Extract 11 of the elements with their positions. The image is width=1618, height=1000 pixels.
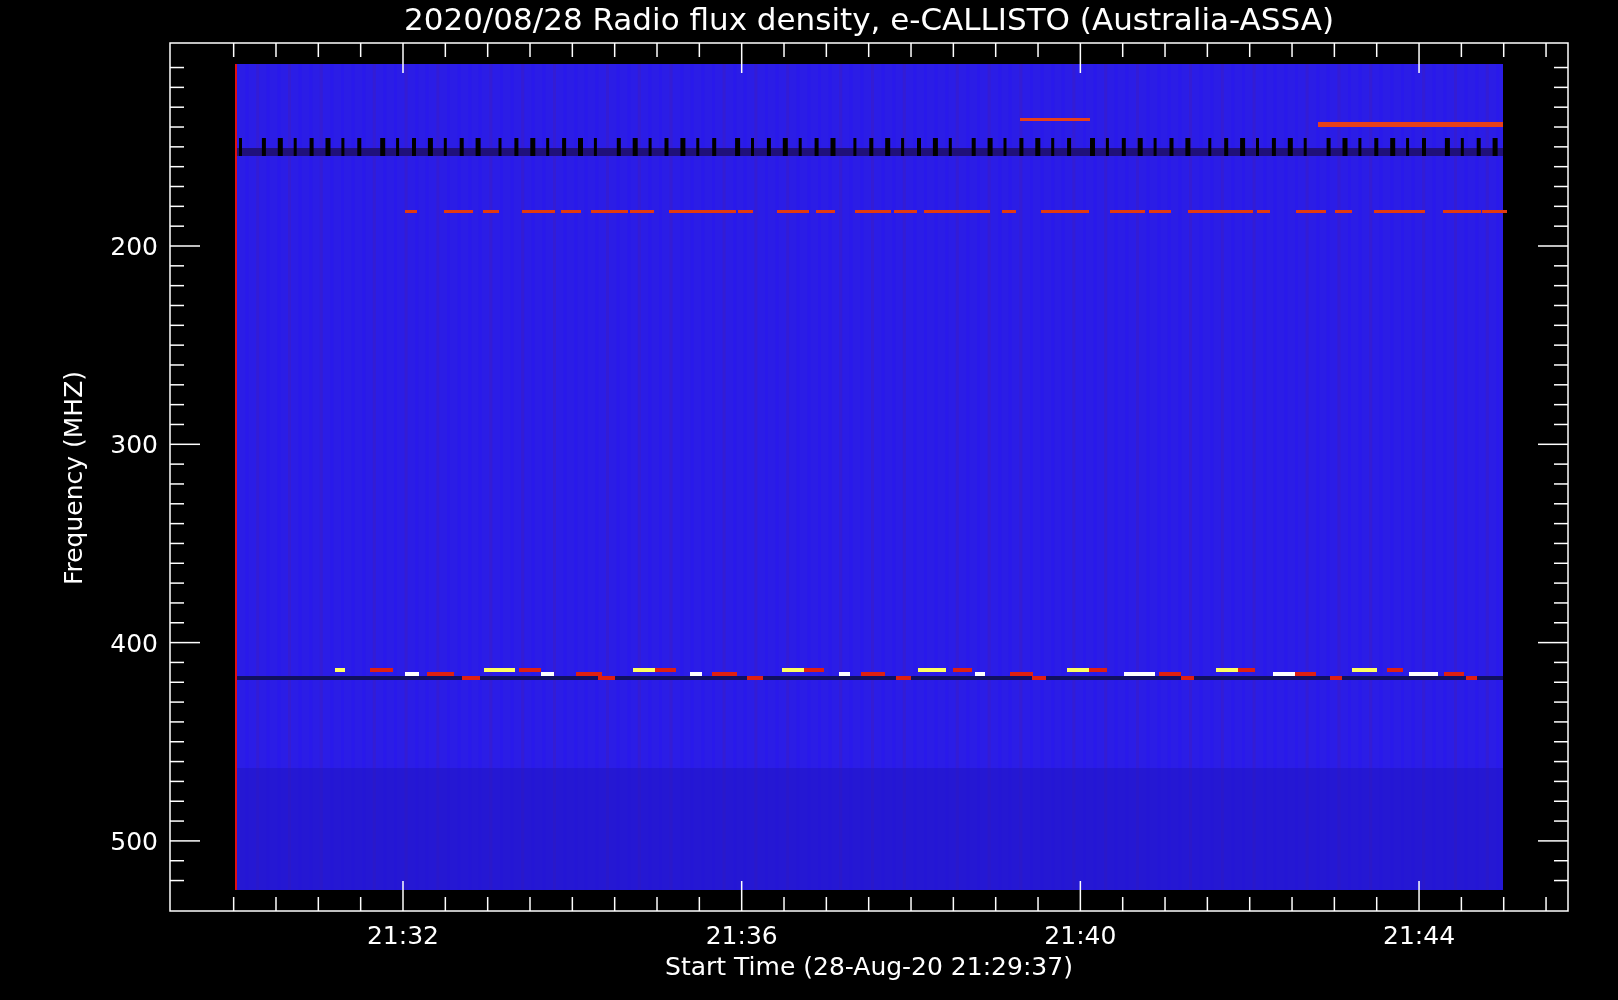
chart-title: 2020/08/28 Radio flux density, e-CALLISTO (Australia-ASSA) xyxy=(403,1,1335,37)
y-axis-label: Frequency (MHZ) xyxy=(59,370,88,586)
y-tick-label: 500 xyxy=(110,826,158,856)
x-tick-label: 21:44 xyxy=(1383,921,1456,950)
y-tick-label: 200 xyxy=(110,232,158,261)
x-tick-label: 21:36 xyxy=(705,921,778,950)
x-tick-label: 21:32 xyxy=(367,921,439,950)
y-tick-label: 400 xyxy=(110,628,158,658)
y-tick-label: 300 xyxy=(110,430,158,460)
x-tick-label: 21:40 xyxy=(1044,921,1117,950)
x-axis-label: Start Time (28-Aug-20 21:29:37) xyxy=(665,952,1073,981)
